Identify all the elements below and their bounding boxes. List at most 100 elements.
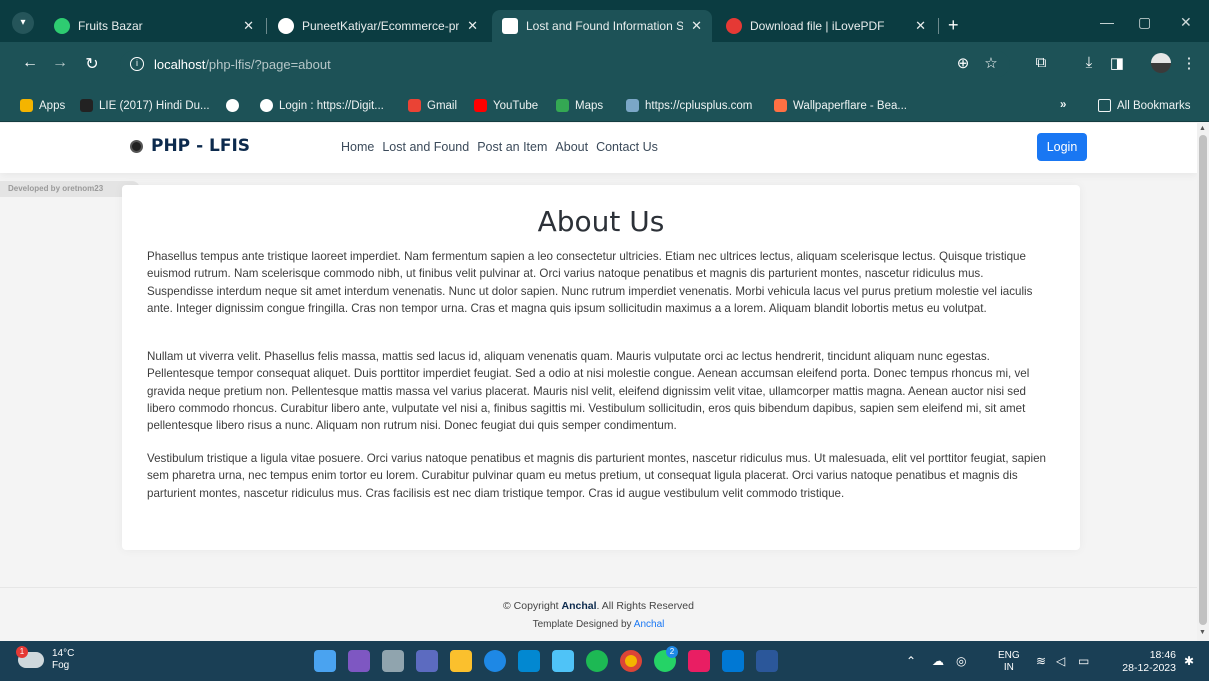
window-close-icon[interactable]: ✕ xyxy=(1180,14,1192,31)
nav-post-an-item[interactable]: Post an Item xyxy=(477,140,547,154)
weather-widget[interactable]: 1 14°C Fog xyxy=(16,646,75,672)
close-icon[interactable]: ✕ xyxy=(915,18,926,34)
site-logo[interactable]: PHP - LFIS xyxy=(130,136,250,156)
whatsapp-icon[interactable]: 2 xyxy=(654,646,678,672)
tab-title: PuneetKatiyar/Ecommerce-proj xyxy=(302,19,460,33)
bookmark-apps[interactable]: Apps xyxy=(20,99,65,112)
minimize-icon[interactable]: — xyxy=(1100,14,1114,30)
nav-contact-us[interactable]: Contact Us xyxy=(596,140,658,154)
tab-lost-and-found[interactable]: Lost and Found Information Sy ✕ xyxy=(492,10,712,42)
onedrive-icon[interactable]: ☁ xyxy=(932,654,944,668)
bookmark-login[interactable]: Login : https://Digit... xyxy=(260,99,384,112)
login-button[interactable]: Login xyxy=(1037,133,1087,161)
copyright-prefix: © Copyright xyxy=(503,600,559,612)
template-credit: Template Designed by Anchal xyxy=(0,619,1197,630)
app-icon[interactable] xyxy=(348,650,370,672)
ilovepdf-heart-icon xyxy=(726,18,742,34)
scroll-thumb[interactable] xyxy=(1199,135,1207,625)
clock[interactable]: 18:46 28-12-2023 xyxy=(1108,649,1176,675)
chrome-icon[interactable] xyxy=(620,650,642,672)
chevron-up-icon[interactable]: ⌃ xyxy=(906,654,916,668)
logo-icon xyxy=(130,139,143,153)
tab-title: Download file | iLovePDF xyxy=(750,19,885,33)
battery-icon[interactable]: ▭ xyxy=(1078,654,1089,668)
scroll-down-icon[interactable]: ▼ xyxy=(1199,629,1206,636)
nav-lost-and-found[interactable]: Lost and Found xyxy=(382,140,469,154)
language-indicator[interactable]: ENG IN xyxy=(998,650,1020,674)
back-arrow-icon[interactable]: ← xyxy=(20,54,40,72)
bookmark-maps[interactable]: Maps xyxy=(556,99,603,112)
weather-desc: Fog xyxy=(52,660,70,671)
bookmark-label: All Bookmarks xyxy=(1117,99,1191,112)
restore-icon[interactable]: ▢ xyxy=(1138,14,1151,31)
clock-time: 18:46 xyxy=(1149,649,1176,661)
app-icon[interactable] xyxy=(552,650,574,672)
bookmark-gmail[interactable]: Gmail xyxy=(408,99,457,112)
spotify-icon[interactable] xyxy=(586,650,608,672)
download-icon[interactable]: ⤓ xyxy=(1078,54,1100,71)
copyright-suffix: . All Rights Reserved xyxy=(596,600,694,612)
vscode-icon[interactable] xyxy=(722,650,744,672)
word-icon[interactable] xyxy=(756,650,778,672)
address-bar[interactable]: i localhost /php-lfis/?page=about xyxy=(120,51,1010,77)
nav-about[interactable]: About xyxy=(555,140,588,154)
wifi-icon[interactable]: ≋ xyxy=(1036,654,1046,668)
tab-search-icon[interactable]: ▾ xyxy=(12,12,34,34)
clock-date: 28-12-2023 xyxy=(1122,662,1176,674)
bookmark-cplusplus[interactable]: https://cplusplus.com xyxy=(626,99,752,112)
bookmarks-overflow-icon[interactable]: » xyxy=(1060,99,1066,111)
developer-tag: Developed by oretnom23 xyxy=(0,181,140,197)
volume-icon[interactable]: ◁ xyxy=(1056,654,1065,668)
notification-badge: 2 xyxy=(666,646,678,658)
page-scrollbar[interactable]: ▲ ▼ xyxy=(1197,123,1209,641)
tab-ilovepdf[interactable]: Download file | iLovePDF ✕ xyxy=(716,10,936,42)
notifications-icon[interactable]: ✱ xyxy=(1184,654,1194,668)
bookmark-youtube[interactable]: YouTube xyxy=(474,99,538,112)
store-icon[interactable] xyxy=(518,650,540,672)
new-tab-plus-icon[interactable]: + xyxy=(948,16,959,34)
close-icon[interactable]: ✕ xyxy=(243,18,254,34)
reload-icon[interactable]: ↻ xyxy=(82,54,102,74)
bookmark-chrome-icon-only[interactable] xyxy=(226,99,245,112)
tab-title: Lost and Found Information Sy xyxy=(526,19,684,33)
weather-temp: 14°C xyxy=(52,648,75,659)
folder-icon xyxy=(1098,99,1111,112)
bookmark-label: YouTube xyxy=(493,99,539,112)
zoom-icon[interactable]: ⊕ xyxy=(952,54,974,72)
globe-icon xyxy=(226,99,239,112)
all-bookmarks[interactable]: All Bookmarks xyxy=(1098,99,1191,112)
app-icon[interactable] xyxy=(688,650,710,672)
scroll-up-icon[interactable]: ▲ xyxy=(1199,125,1206,132)
youtube-icon xyxy=(474,99,487,112)
nav-home[interactable]: Home xyxy=(341,140,374,154)
tab-github[interactable]: PuneetKatiyar/Ecommerce-proj ✕ xyxy=(268,10,488,42)
bookmark-star-icon[interactable]: ☆ xyxy=(980,54,1002,72)
close-icon[interactable]: ✕ xyxy=(691,18,702,34)
lang-primary: ENG xyxy=(998,650,1020,661)
site-footer: © Copyright Anchal. All Rights Reserved … xyxy=(0,587,1197,641)
profile-avatar-icon[interactable] xyxy=(1151,53,1171,73)
gmail-icon xyxy=(408,99,421,112)
tab-fruits-bazar[interactable]: Fruits Bazar ✕ xyxy=(44,10,264,42)
close-icon[interactable]: ✕ xyxy=(467,18,478,34)
bookmark-lie[interactable]: LIE (2017) Hindi Du... xyxy=(80,99,210,112)
site-info-icon[interactable]: i xyxy=(130,57,144,71)
github-icon xyxy=(278,18,294,34)
browser-toolbar: ← → ↻ i localhost /php-lfis/?page=about … xyxy=(0,42,1209,94)
file-explorer-icon[interactable] xyxy=(450,650,472,672)
extensions-icon[interactable]: ⧉ xyxy=(1030,54,1052,71)
bookmark-label: Maps xyxy=(575,99,604,112)
tab-divider xyxy=(938,18,939,34)
forward-arrow-icon[interactable]: → xyxy=(50,54,70,72)
windows-taskbar: 1 14°C Fog 2 ⌃ ☁ ◎ ENG IN ≋ ◁ ▭ 18:46 28… xyxy=(0,641,1209,681)
bookmark-label: Apps xyxy=(39,99,66,112)
teams-icon[interactable] xyxy=(416,650,438,672)
start-windows-icon[interactable] xyxy=(314,650,336,672)
edge-icon[interactable] xyxy=(484,650,506,672)
chrome-tray-icon[interactable]: ◎ xyxy=(956,654,966,668)
side-panel-icon[interactable]: ◨ xyxy=(1106,54,1128,72)
credit-link[interactable]: Anchal xyxy=(634,619,665,630)
menu-dots-icon[interactable]: ⋮ xyxy=(1178,54,1200,72)
bookmark-wallpaperflare[interactable]: Wallpaperflare - Bea... xyxy=(774,99,907,112)
task-view-icon[interactable] xyxy=(382,650,404,672)
